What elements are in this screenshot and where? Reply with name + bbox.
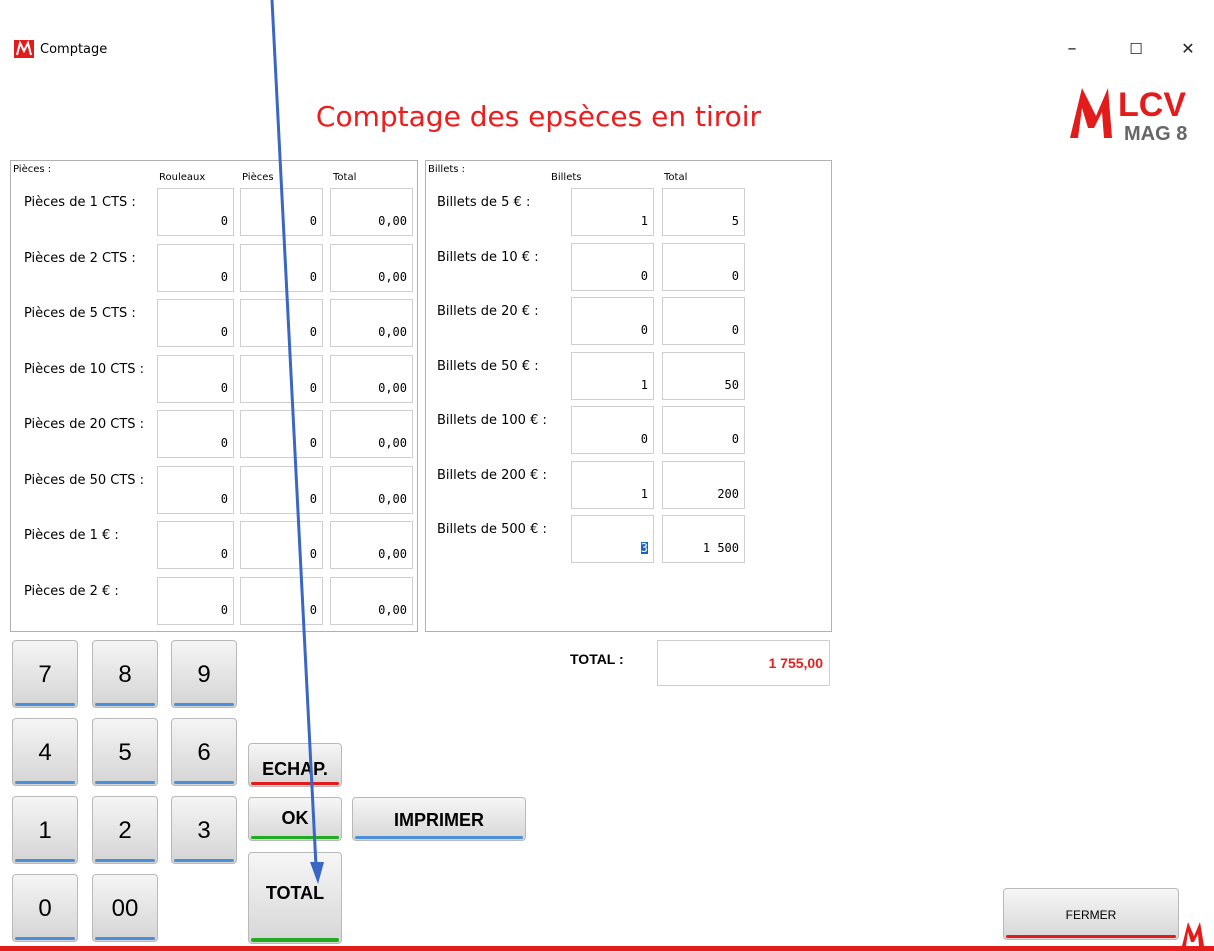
annotation-arrow xyxy=(270,0,324,884)
